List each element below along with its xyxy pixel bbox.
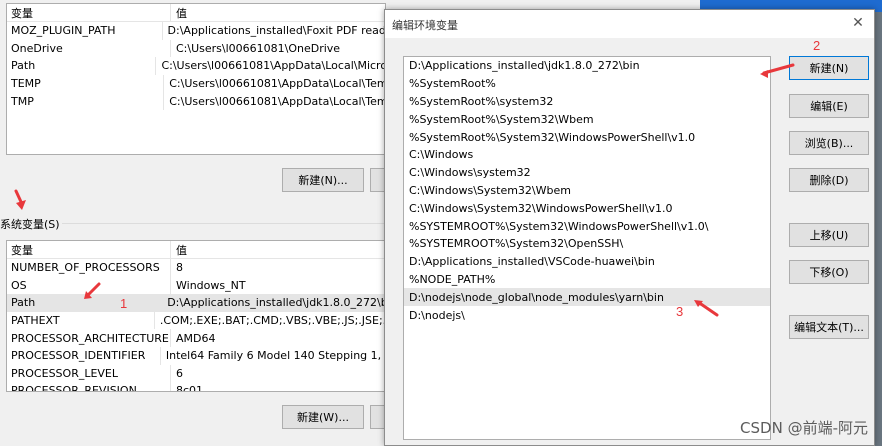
move-up-button[interactable]: 上移(U)	[789, 223, 869, 247]
system-new-button[interactable]: 新建(W)...	[282, 405, 364, 429]
path-entry[interactable]: C:\Windows	[404, 146, 770, 164]
variable-value: Windows_NT	[176, 278, 246, 292]
dialog-title: 编辑环境变量	[392, 19, 458, 32]
variable-value: C:\Users\l00661081\AppData\Local\Microso…	[161, 59, 385, 73]
user-variables-list[interactable]: 变量 值 MOZ_PLUGIN_PATH D:\Applications_ins…	[6, 3, 386, 155]
variable-name: PROCESSOR_REVISION	[7, 382, 171, 391]
system-variable-row-path[interactable]: Path D:\Applications_installed\jdk1.8.0_…	[7, 294, 385, 312]
variable-name: PATHEXT	[7, 311, 155, 330]
variable-value: C:\Users\l00661081\OneDrive	[176, 41, 341, 55]
system-variable-row[interactable]: PROCESSOR_LEVEL 6	[7, 364, 385, 383]
edit-text-button[interactable]: 编辑文本(T)...	[789, 315, 869, 339]
annotation-number-2: 2	[813, 38, 821, 53]
system-variable-row[interactable]: PROCESSOR_ARCHITECTURE AMD64	[7, 329, 385, 347]
path-entry[interactable]: C:\Windows\system32	[404, 164, 770, 182]
variable-name: MOZ_PLUGIN_PATH	[7, 22, 163, 40]
variable-value: Intel64 Family 6 Model 140 Stepping 1, G…	[165, 349, 385, 363]
annotation-number-3: 3	[676, 304, 684, 319]
user-variable-row[interactable]: OneDrive C:\Users\l00661081\OneDrive	[7, 39, 385, 58]
close-icon[interactable]: ✕	[850, 15, 866, 31]
column-header-value[interactable]: 值	[171, 4, 187, 21]
variable-name: PROCESSOR_ARCHITECTURE	[7, 329, 171, 347]
path-entry[interactable]: %SYSTEMROOT%\System32\OpenSSH\	[404, 235, 770, 253]
path-entry[interactable]: %SystemRoot%	[404, 75, 770, 93]
column-header-name[interactable]: 变量	[7, 241, 171, 258]
path-entry-selected[interactable]: D:\nodejs\node_global\node_modules\yarn\…	[404, 288, 770, 307]
variable-value: 8	[176, 261, 183, 275]
path-entries-list[interactable]: D:\Applications_installed\jdk1.8.0_272\b…	[403, 56, 771, 440]
dialog-titlebar[interactable]: 编辑环境变量 ✕	[385, 10, 874, 38]
variable-value: D:\Applications_installed\jdk1.8.0_272\b…	[167, 296, 385, 310]
variable-value: C:\Users\l00661081\AppData\Local\Temp	[169, 94, 385, 108]
variable-name: TMP	[7, 92, 165, 110]
system-variable-row[interactable]: PROCESSOR_REVISION 8c01	[7, 382, 385, 392]
column-header-value[interactable]: 值	[171, 241, 187, 258]
system-variable-row[interactable]: PATHEXT .COM;.EXE;.BAT;.CMD;.VBS;.VBE;.J…	[7, 311, 385, 330]
variable-value: C:\Users\l00661081\AppData\Local\Temp	[169, 77, 385, 91]
path-entry[interactable]: %SystemRoot%\System32\Wbem	[404, 110, 770, 128]
delete-button[interactable]: 删除(D)	[789, 168, 869, 192]
path-entry[interactable]: C:\Windows\System32\WindowsPowerShell\v1…	[404, 199, 770, 217]
desktop-background	[874, 12, 882, 446]
user-variable-row[interactable]: TMP C:\Users\l00661081\AppData\Local\Tem…	[7, 92, 385, 110]
path-entry[interactable]: D:\Applications_installed\jdk1.8.0_272\b…	[404, 57, 770, 75]
variable-name: PROCESSOR_LEVEL	[7, 364, 171, 383]
variable-name: TEMP	[7, 74, 165, 93]
new-button[interactable]: 新建(N)	[789, 56, 869, 80]
path-entry[interactable]: %SystemRoot%\system32	[404, 93, 770, 111]
variable-name: NUMBER_OF_PROCESSORS	[7, 259, 171, 277]
variable-name: OS	[7, 276, 171, 295]
variable-value: 6	[176, 366, 183, 380]
path-entry[interactable]: %NODE_PATH%	[404, 271, 770, 289]
system-variable-row[interactable]: NUMBER_OF_PROCESSORS 8	[7, 259, 385, 277]
group-divider	[62, 223, 384, 224]
path-entry[interactable]: D:\nodejs\	[404, 306, 770, 324]
watermark: CSDN @前端-阿元	[740, 419, 868, 437]
variable-name: Path	[7, 294, 163, 312]
system-variables-list[interactable]: 变量 值 NUMBER_OF_PROCESSORS 8 OS Windows_N…	[6, 240, 386, 392]
edit-button[interactable]: 编辑(E)	[789, 94, 869, 118]
edit-environment-variable-dialog: 编辑环境变量 ✕ D:\Applications_installed\jdk1.…	[384, 9, 875, 446]
variable-name: PROCESSOR_IDENTIFIER	[7, 346, 161, 365]
path-entry[interactable]: D:\Applications_installed\VSCode-huawei\…	[404, 253, 770, 271]
user-variables-header: 变量 值	[7, 4, 385, 22]
variable-value: D:\Applications_installed\Foxit PDF read…	[167, 24, 385, 38]
system-variable-row[interactable]: OS Windows_NT	[7, 276, 385, 295]
user-variable-row[interactable]: MOZ_PLUGIN_PATH D:\Applications_installe…	[7, 22, 385, 40]
variable-value: AMD64	[176, 331, 216, 345]
annotation-number-1: 1	[120, 296, 128, 311]
path-entry[interactable]: %SystemRoot%\System32\WindowsPowerShell\…	[404, 128, 770, 146]
column-header-name[interactable]: 变量	[7, 4, 171, 21]
browse-button[interactable]: 浏览(B)...	[789, 131, 869, 155]
user-variable-row[interactable]: TEMP C:\Users\l00661081\AppData\Local\Te…	[7, 74, 385, 93]
variable-value: 8c01	[176, 384, 204, 392]
move-down-button[interactable]: 下移(O)	[789, 260, 869, 284]
system-variable-row[interactable]: PROCESSOR_IDENTIFIER Intel64 Family 6 Mo…	[7, 346, 385, 365]
variable-name: OneDrive	[7, 39, 171, 58]
path-entry[interactable]: %SYSTEMROOT%\System32\WindowsPowerShell\…	[404, 217, 770, 235]
system-variables-group-label: 系统变量(S)	[0, 218, 60, 231]
path-entry[interactable]: C:\Windows\System32\Wbem	[404, 182, 770, 200]
user-new-button[interactable]: 新建(N)...	[282, 168, 364, 192]
system-variables-header: 变量 值	[7, 241, 385, 259]
user-variable-row[interactable]: Path C:\Users\l00661081\AppData\Local\Mi…	[7, 57, 385, 75]
variable-value: .COM;.EXE;.BAT;.CMD;.VBS;.VBE;.JS;.JSE;.…	[159, 314, 385, 328]
variable-name: Path	[7, 57, 157, 75]
